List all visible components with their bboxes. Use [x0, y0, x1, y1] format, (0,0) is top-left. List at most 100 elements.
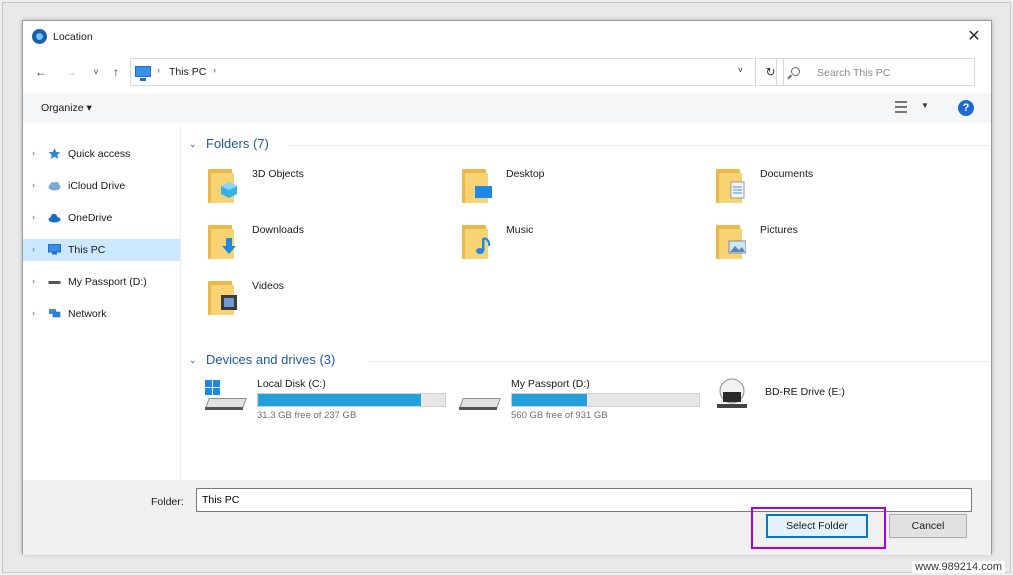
folder-icon [462, 165, 494, 205]
drive-my-passport-d[interactable]: My Passport (D:) 560 GB free of 931 GB [459, 378, 709, 422]
network-icon [49, 309, 61, 318]
folder-field-label: Folder: [151, 496, 184, 508]
close-button[interactable]: ✕ [963, 26, 985, 48]
search-box[interactable]: Search This PC [776, 58, 975, 86]
folder-videos[interactable]: Videos [208, 277, 448, 327]
folder-downloads[interactable]: Downloads [208, 221, 448, 271]
document-icon [730, 181, 745, 199]
cloud-icon [48, 181, 61, 191]
drives-group-header[interactable]: ⌄ Devices and drives (3) [189, 351, 989, 371]
drive-free-space: 560 GB free of 931 GB [511, 410, 608, 421]
folder-music[interactable]: Music [462, 221, 702, 271]
chevron-down-icon[interactable]: ⌄ [189, 139, 197, 150]
expand-chevron-icon[interactable]: › [32, 212, 35, 222]
drive-icon [48, 281, 61, 284]
folder-documents[interactable]: Documents [716, 165, 956, 215]
dialog-footer: Folder: Select Folder Cancel [23, 480, 991, 555]
folder-icon [208, 165, 240, 205]
title-bar: Location ✕ [23, 21, 991, 53]
address-dropdown-button[interactable]: ˅ [738, 65, 743, 75]
up-button[interactable]: ↑ [108, 63, 124, 81]
drive-usage-bar [511, 393, 700, 407]
star-icon [48, 148, 61, 159]
drive-free-space: 31.3 GB free of 237 GB [257, 410, 357, 421]
folder-label: 3D Objects [252, 168, 304, 180]
windows-logo-icon [205, 380, 220, 395]
folder-icon [208, 221, 240, 261]
sidebar-item-label: My Passport (D:) [68, 276, 147, 288]
drive-usage-fill [512, 394, 587, 406]
watermark-text: www.989214.com [912, 561, 1005, 573]
download-arrow-icon [222, 238, 236, 254]
view-dropdown-button[interactable]: ▼ [921, 101, 929, 110]
file-list: ⌄ Folders (7) 3D Objects Desktop Documen… [183, 125, 991, 480]
folder-icon [716, 221, 748, 261]
expand-chevron-icon[interactable]: › [32, 180, 35, 190]
folders-group-header[interactable]: ⌄ Folders (7) [189, 135, 989, 155]
external-drive-icon [459, 388, 501, 410]
cancel-button[interactable]: Cancel [889, 514, 967, 538]
search-icon [791, 67, 800, 76]
bluray-drive-icon [713, 378, 755, 410]
music-note-icon [476, 237, 491, 254]
group-title: Devices and drives (3) [206, 352, 336, 367]
cube-icon [221, 182, 237, 198]
sidebar-item-this-pc[interactable]: › This PC [23, 239, 180, 261]
sidebar-item-quick-access[interactable]: › Quick access [23, 143, 180, 165]
sidebar-item-label: Quick access [68, 148, 131, 160]
sidebar-item-label: iCloud Drive [68, 180, 126, 192]
desktop-icon [475, 186, 492, 198]
sidebar-item-icloud-drive[interactable]: › iCloud Drive [23, 175, 180, 197]
expand-chevron-icon[interactable]: › [32, 276, 35, 286]
onedrive-icon [48, 213, 61, 223]
address-bar[interactable]: › This PC › ˅ [130, 58, 756, 86]
folder-3d-objects[interactable]: 3D Objects [208, 165, 448, 215]
command-bar: Organize ▾ ▼ ? [23, 93, 991, 123]
drive-local-disk-c[interactable]: Local Disk (C:) 31.3 GB free of 237 GB [205, 378, 455, 422]
drive-usage-bar [257, 393, 446, 407]
sidebar-item-onedrive[interactable]: › OneDrive [23, 207, 180, 229]
view-options-icon[interactable] [895, 101, 907, 113]
folder-label: Documents [760, 168, 814, 180]
folder-label: Music [506, 224, 534, 236]
group-title: Folders (7) [206, 136, 269, 151]
folder-label: Downloads [252, 224, 304, 236]
location-dialog: Location ✕ ← → ˅ ↑ › This PC › ˅ ↻ Searc… [22, 20, 992, 555]
pc-icon [48, 244, 61, 255]
drive-name: My Passport (D:) [511, 378, 590, 390]
drive-usage-fill [258, 394, 421, 406]
windows-drive-icon [205, 380, 247, 410]
folder-label: Pictures [760, 224, 798, 236]
chevron-down-icon[interactable]: ⌄ [189, 355, 197, 366]
breadcrumb-this-pc[interactable]: This PC [169, 66, 206, 78]
drive-bd-re-e[interactable]: BD-RE Drive (E:) [713, 378, 963, 422]
group-divider [369, 361, 989, 362]
folder-desktop[interactable]: Desktop [462, 165, 702, 215]
folder-icon [208, 277, 240, 317]
film-icon [221, 295, 237, 310]
chevron-right-icon[interactable]: › [157, 65, 160, 75]
app-icon [32, 29, 47, 44]
organize-button[interactable]: Organize ▾ [41, 102, 92, 114]
forward-button[interactable]: → [63, 63, 79, 81]
folder-pictures[interactable]: Pictures [716, 221, 956, 271]
folder-label: Videos [252, 280, 284, 292]
drive-name: Local Disk (C:) [257, 378, 326, 390]
search-input[interactable]: Search This PC [817, 67, 890, 79]
back-button[interactable]: ← [33, 63, 49, 81]
dialog-title: Location [53, 31, 93, 43]
sidebar-item-label: Network [68, 308, 107, 320]
select-folder-button[interactable]: Select Folder [766, 514, 868, 538]
expand-chevron-icon[interactable]: › [32, 148, 35, 158]
sidebar-item-label: This PC [68, 244, 106, 256]
chevron-right-icon[interactable]: › [213, 65, 216, 75]
sidebar-item-network[interactable]: › Network [23, 303, 180, 325]
expand-chevron-icon[interactable]: › [32, 244, 35, 254]
group-divider [289, 145, 989, 146]
help-button[interactable]: ? [958, 100, 974, 116]
expand-chevron-icon[interactable]: › [32, 308, 35, 318]
recent-locations-button[interactable]: ˅ [88, 63, 104, 81]
drive-name: BD-RE Drive (E:) [765, 386, 845, 398]
sidebar-item-my-passport[interactable]: › My Passport (D:) [23, 271, 180, 293]
folder-icon [462, 221, 494, 261]
